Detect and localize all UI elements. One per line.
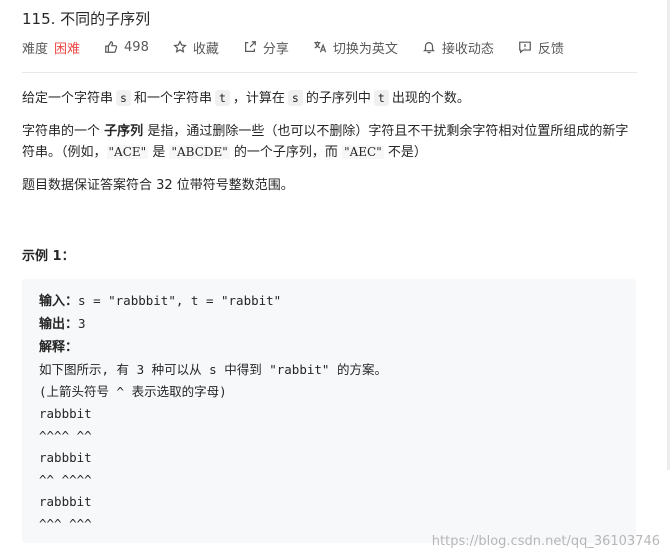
- text: 的子序列中: [305, 91, 371, 106]
- explain-line: (上箭头符号 ^ 表示选取的字母): [39, 384, 227, 399]
- example-pre: 输入：s = "rabbbit", t = "rabbit" 输出：3 解释： …: [22, 279, 636, 546]
- share-icon: [244, 41, 256, 52]
- explain-line: 如下图所示, 有 3 种可以从 s 中得到 "rabbit" 的方案。: [39, 362, 387, 377]
- subsequence-term: 子序列: [104, 124, 144, 139]
- description-paragraph-3: 题目数据保证答案符合 32 位带符号整数范围。: [22, 178, 294, 193]
- text: 给定一个字符串: [22, 91, 114, 106]
- notify-label: 接收动态: [441, 41, 494, 57]
- text: 出现的个数。: [391, 91, 470, 106]
- explain-label: 解释：: [39, 340, 79, 355]
- inline-code: t: [373, 90, 389, 106]
- example-string: "ABCDE": [169, 145, 230, 159]
- translate-button[interactable]: 切换为英文: [313, 38, 398, 57]
- translate-label: 切换为英文: [332, 41, 398, 57]
- feedback-button[interactable]: 反馈: [518, 38, 564, 57]
- favorite-button[interactable]: 收藏: [173, 38, 219, 57]
- text: 字符串的一个: [22, 124, 101, 139]
- notify-button[interactable]: 接收动态: [422, 38, 494, 57]
- problem-title: 115. 不同的子序列: [22, 10, 151, 28]
- text: ，计算在: [232, 91, 285, 106]
- example-string: "ACE": [106, 145, 149, 159]
- example-title: 示例 1：: [22, 249, 75, 264]
- share-button[interactable]: 分享: [243, 38, 289, 57]
- difficulty-label: 难度: [22, 41, 49, 57]
- feedback-label: 反馈: [537, 41, 564, 57]
- example-code-block: 输入：s = "rabbbit", t = "rabbit" 输出：3 解释： …: [22, 279, 636, 543]
- explain-line: rabbbit: [39, 406, 92, 421]
- share-label: 分享: [262, 41, 289, 57]
- output-label: 输出：: [39, 317, 79, 332]
- thumbs-up-icon: [105, 41, 118, 53]
- star-icon: [173, 40, 187, 54]
- watermark: https://blog.csdn.net/qq_36103746: [431, 534, 660, 549]
- inline-code: s: [116, 90, 131, 106]
- inline-code: t: [214, 90, 230, 106]
- bell-icon: [422, 42, 435, 54]
- text: 的一个子序列，而: [233, 145, 338, 160]
- description-paragraph-1: 给定一个字符串 s 和一个字符串 t ，计算在 s 的子序列中 t 出现的个数。: [22, 88, 640, 109]
- explain-line: rabbbit: [39, 450, 92, 465]
- inline-code: s: [287, 90, 303, 106]
- like-button[interactable]: 498: [104, 40, 149, 55]
- feedback-icon: [519, 41, 531, 54]
- difficulty: 难度 困难: [22, 38, 80, 57]
- favorite-label: 收藏: [192, 41, 219, 57]
- explain-line: ^^ ^^^^: [39, 472, 92, 487]
- input-value: s = "rabbbit", t = "rabbit": [78, 293, 282, 308]
- example-string: "AEC": [342, 145, 384, 159]
- explain-line: ^^^^ ^^: [39, 428, 92, 443]
- header-divider: [22, 72, 637, 73]
- text: 不是）: [387, 145, 427, 160]
- explain-line: rabbbit: [39, 494, 92, 509]
- input-label: 输入：: [39, 294, 79, 309]
- problem-meta-bar: 难度 困难 498 收藏 分享 切换为英文 接收动态 反馈: [22, 38, 588, 57]
- description-paragraph-2: 字符串的一个 子序列 是指，通过删除一些（也可以不删除）字符且不干扰剩余字符相对…: [22, 122, 640, 163]
- output-value: 3: [78, 316, 86, 331]
- explain-line: ^^^ ^^^: [39, 516, 92, 531]
- text: 和一个字符串: [133, 91, 212, 106]
- like-count: 498: [124, 39, 149, 55]
- difficulty-value: 困难: [54, 41, 81, 57]
- text: 是: [152, 145, 166, 160]
- problem-description: 给定一个字符串 s 和一个字符串 t ，计算在 s 的子序列中 t 出现的个数。 字符串的一个 …: [22, 88, 640, 209]
- translate-icon: [314, 41, 327, 53]
